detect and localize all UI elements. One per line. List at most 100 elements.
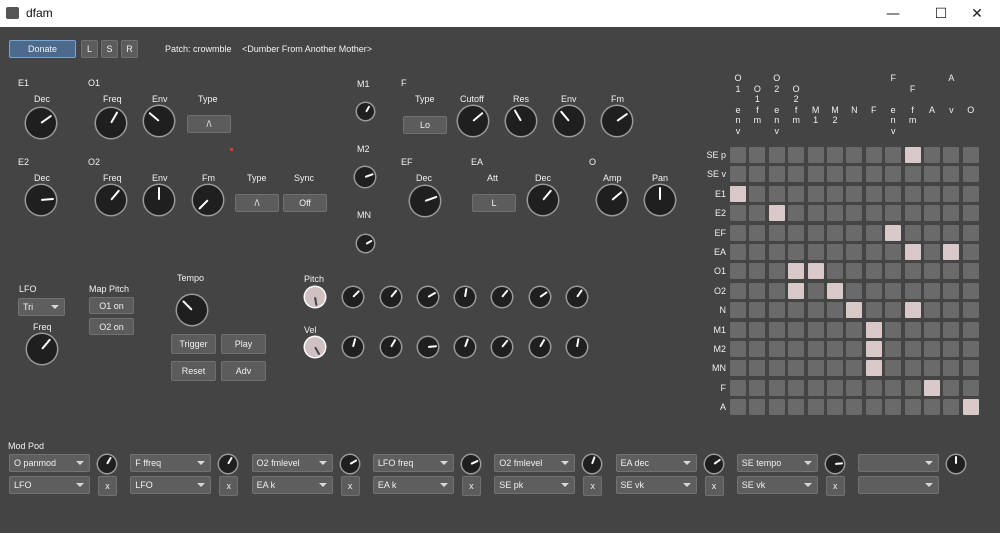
matrix-cell[interactable] <box>924 244 940 260</box>
matrix-cell[interactable] <box>904 321 921 338</box>
modpod-target-select-1[interactable]: LFO <box>9 476 90 494</box>
f-cutoff-knob[interactable] <box>458 106 488 136</box>
matrix-cell[interactable] <box>749 224 766 241</box>
modpod-amount-knob-7[interactable] <box>825 455 844 473</box>
modpod-target-select-4[interactable]: EA k <box>372 476 454 494</box>
matrix-cell[interactable] <box>807 399 824 416</box>
modpod-source-select-2[interactable]: F ffreq <box>130 454 212 472</box>
matrix-cell[interactable] <box>962 263 979 280</box>
matrix-cell[interactable] <box>788 360 805 377</box>
matrix-cell[interactable] <box>885 205 902 222</box>
matrix-cell[interactable] <box>768 360 785 377</box>
matrix-cell[interactable] <box>730 185 746 202</box>
matrix-cell[interactable] <box>788 147 805 163</box>
matrix-cell[interactable] <box>962 224 979 241</box>
e1-dec-knob[interactable] <box>26 108 56 138</box>
matrix-cell[interactable] <box>924 224 940 241</box>
seq-vel-knob-5[interactable] <box>455 337 475 357</box>
modpod-clear-button-2[interactable]: x <box>219 476 239 496</box>
matrix-cell[interactable] <box>768 282 785 299</box>
matrix-cell[interactable] <box>885 282 902 299</box>
matrix-cell[interactable] <box>885 302 902 319</box>
matrix-cell[interactable] <box>730 224 746 241</box>
seq-vel-knob-7[interactable] <box>530 337 550 357</box>
matrix-cell[interactable] <box>846 282 863 299</box>
lfo-wave-select[interactable]: Tri <box>18 298 65 316</box>
seq-vel-knob-4[interactable] <box>418 337 438 357</box>
matrix-cell[interactable] <box>807 379 824 396</box>
matrix-cell[interactable] <box>730 360 746 377</box>
matrix-cell[interactable] <box>904 399 921 416</box>
matrix-cell[interactable] <box>749 263 766 280</box>
modpod-amount-knob-3[interactable] <box>340 455 359 473</box>
matrix-cell[interactable] <box>924 360 940 377</box>
ea-att-button[interactable]: L <box>472 194 516 212</box>
o-amp-knob[interactable] <box>597 185 627 215</box>
seq-pitch-knob-7[interactable] <box>530 287 550 307</box>
matrix-cell[interactable] <box>943 282 960 299</box>
seq-pitch-knob-5[interactable] <box>455 287 475 307</box>
matrix-cell[interactable] <box>749 282 766 299</box>
modpod-target-select-7[interactable]: SE vk <box>736 476 818 494</box>
seq-vel-knob-3[interactable] <box>381 337 401 357</box>
trigger-button[interactable]: Trigger <box>171 334 216 354</box>
matrix-cell[interactable] <box>807 321 824 338</box>
f-env-knob[interactable] <box>554 106 584 136</box>
matrix-cell[interactable] <box>788 205 805 222</box>
advance-button[interactable]: Adv <box>221 361 266 381</box>
matrix-cell[interactable] <box>904 147 921 163</box>
matrix-cell[interactable] <box>962 205 979 222</box>
matrix-cell[interactable] <box>807 224 824 241</box>
matrix-cell[interactable] <box>885 185 902 202</box>
matrix-cell[interactable] <box>768 399 785 416</box>
matrix-cell[interactable] <box>924 205 940 222</box>
matrix-cell[interactable] <box>846 399 863 416</box>
matrix-cell[interactable] <box>827 147 843 163</box>
matrix-cell[interactable] <box>768 205 785 222</box>
o1-type-button[interactable]: /\ <box>187 115 231 133</box>
matrix-cell[interactable] <box>788 341 805 357</box>
close-button[interactable]: ✕ <box>954 0 1000 27</box>
matrix-cell[interactable] <box>865 147 882 163</box>
matrix-cell[interactable] <box>846 379 863 396</box>
matrix-cell[interactable] <box>865 360 882 377</box>
matrix-cell[interactable] <box>865 302 882 319</box>
matrix-cell[interactable] <box>749 166 766 183</box>
o-pan-knob[interactable] <box>645 185 675 215</box>
o2-freq-knob[interactable] <box>96 185 126 215</box>
matrix-cell[interactable] <box>962 341 979 357</box>
matrix-cell[interactable] <box>788 224 805 241</box>
modpod-clear-button-3[interactable]: x <box>340 476 360 496</box>
matrix-cell[interactable] <box>807 147 824 163</box>
matrix-cell[interactable] <box>962 166 979 183</box>
modpod-clear-button-7[interactable]: x <box>825 476 845 496</box>
seq-pitch-knob-1[interactable] <box>305 287 325 307</box>
matrix-cell[interactable] <box>924 282 940 299</box>
matrix-cell[interactable] <box>768 263 785 280</box>
modpod-source-select-1[interactable]: O panmod <box>9 454 90 472</box>
matrix-cell[interactable] <box>865 166 882 183</box>
matrix-cell[interactable] <box>865 224 882 241</box>
matrix-cell[interactable] <box>885 166 902 183</box>
matrix-cell[interactable] <box>962 185 979 202</box>
matrix-cell[interactable] <box>943 205 960 222</box>
matrix-cell[interactable] <box>865 244 882 260</box>
modpod-target-select-5[interactable]: SE pk <box>494 476 576 494</box>
matrix-cell[interactable] <box>749 185 766 202</box>
matrix-cell[interactable] <box>962 399 979 416</box>
seq-pitch-knob-8[interactable] <box>567 287 587 307</box>
matrix-cell[interactable] <box>827 282 843 299</box>
matrix-cell[interactable] <box>768 224 785 241</box>
matrix-cell[interactable] <box>904 341 921 357</box>
matrix-cell[interactable] <box>885 244 902 260</box>
matrix-cell[interactable] <box>943 224 960 241</box>
matrix-cell[interactable] <box>962 360 979 377</box>
modpod-amount-knob-1[interactable] <box>98 455 116 473</box>
e2-dec-knob[interactable] <box>26 185 56 215</box>
play-button[interactable]: Play <box>221 334 266 354</box>
seq-vel-knob-8[interactable] <box>567 337 587 357</box>
matrix-cell[interactable] <box>904 244 921 260</box>
matrix-cell[interactable] <box>904 282 921 299</box>
o2-type-button[interactable]: /\ <box>235 194 279 212</box>
seq-pitch-knob-2[interactable] <box>343 287 363 307</box>
